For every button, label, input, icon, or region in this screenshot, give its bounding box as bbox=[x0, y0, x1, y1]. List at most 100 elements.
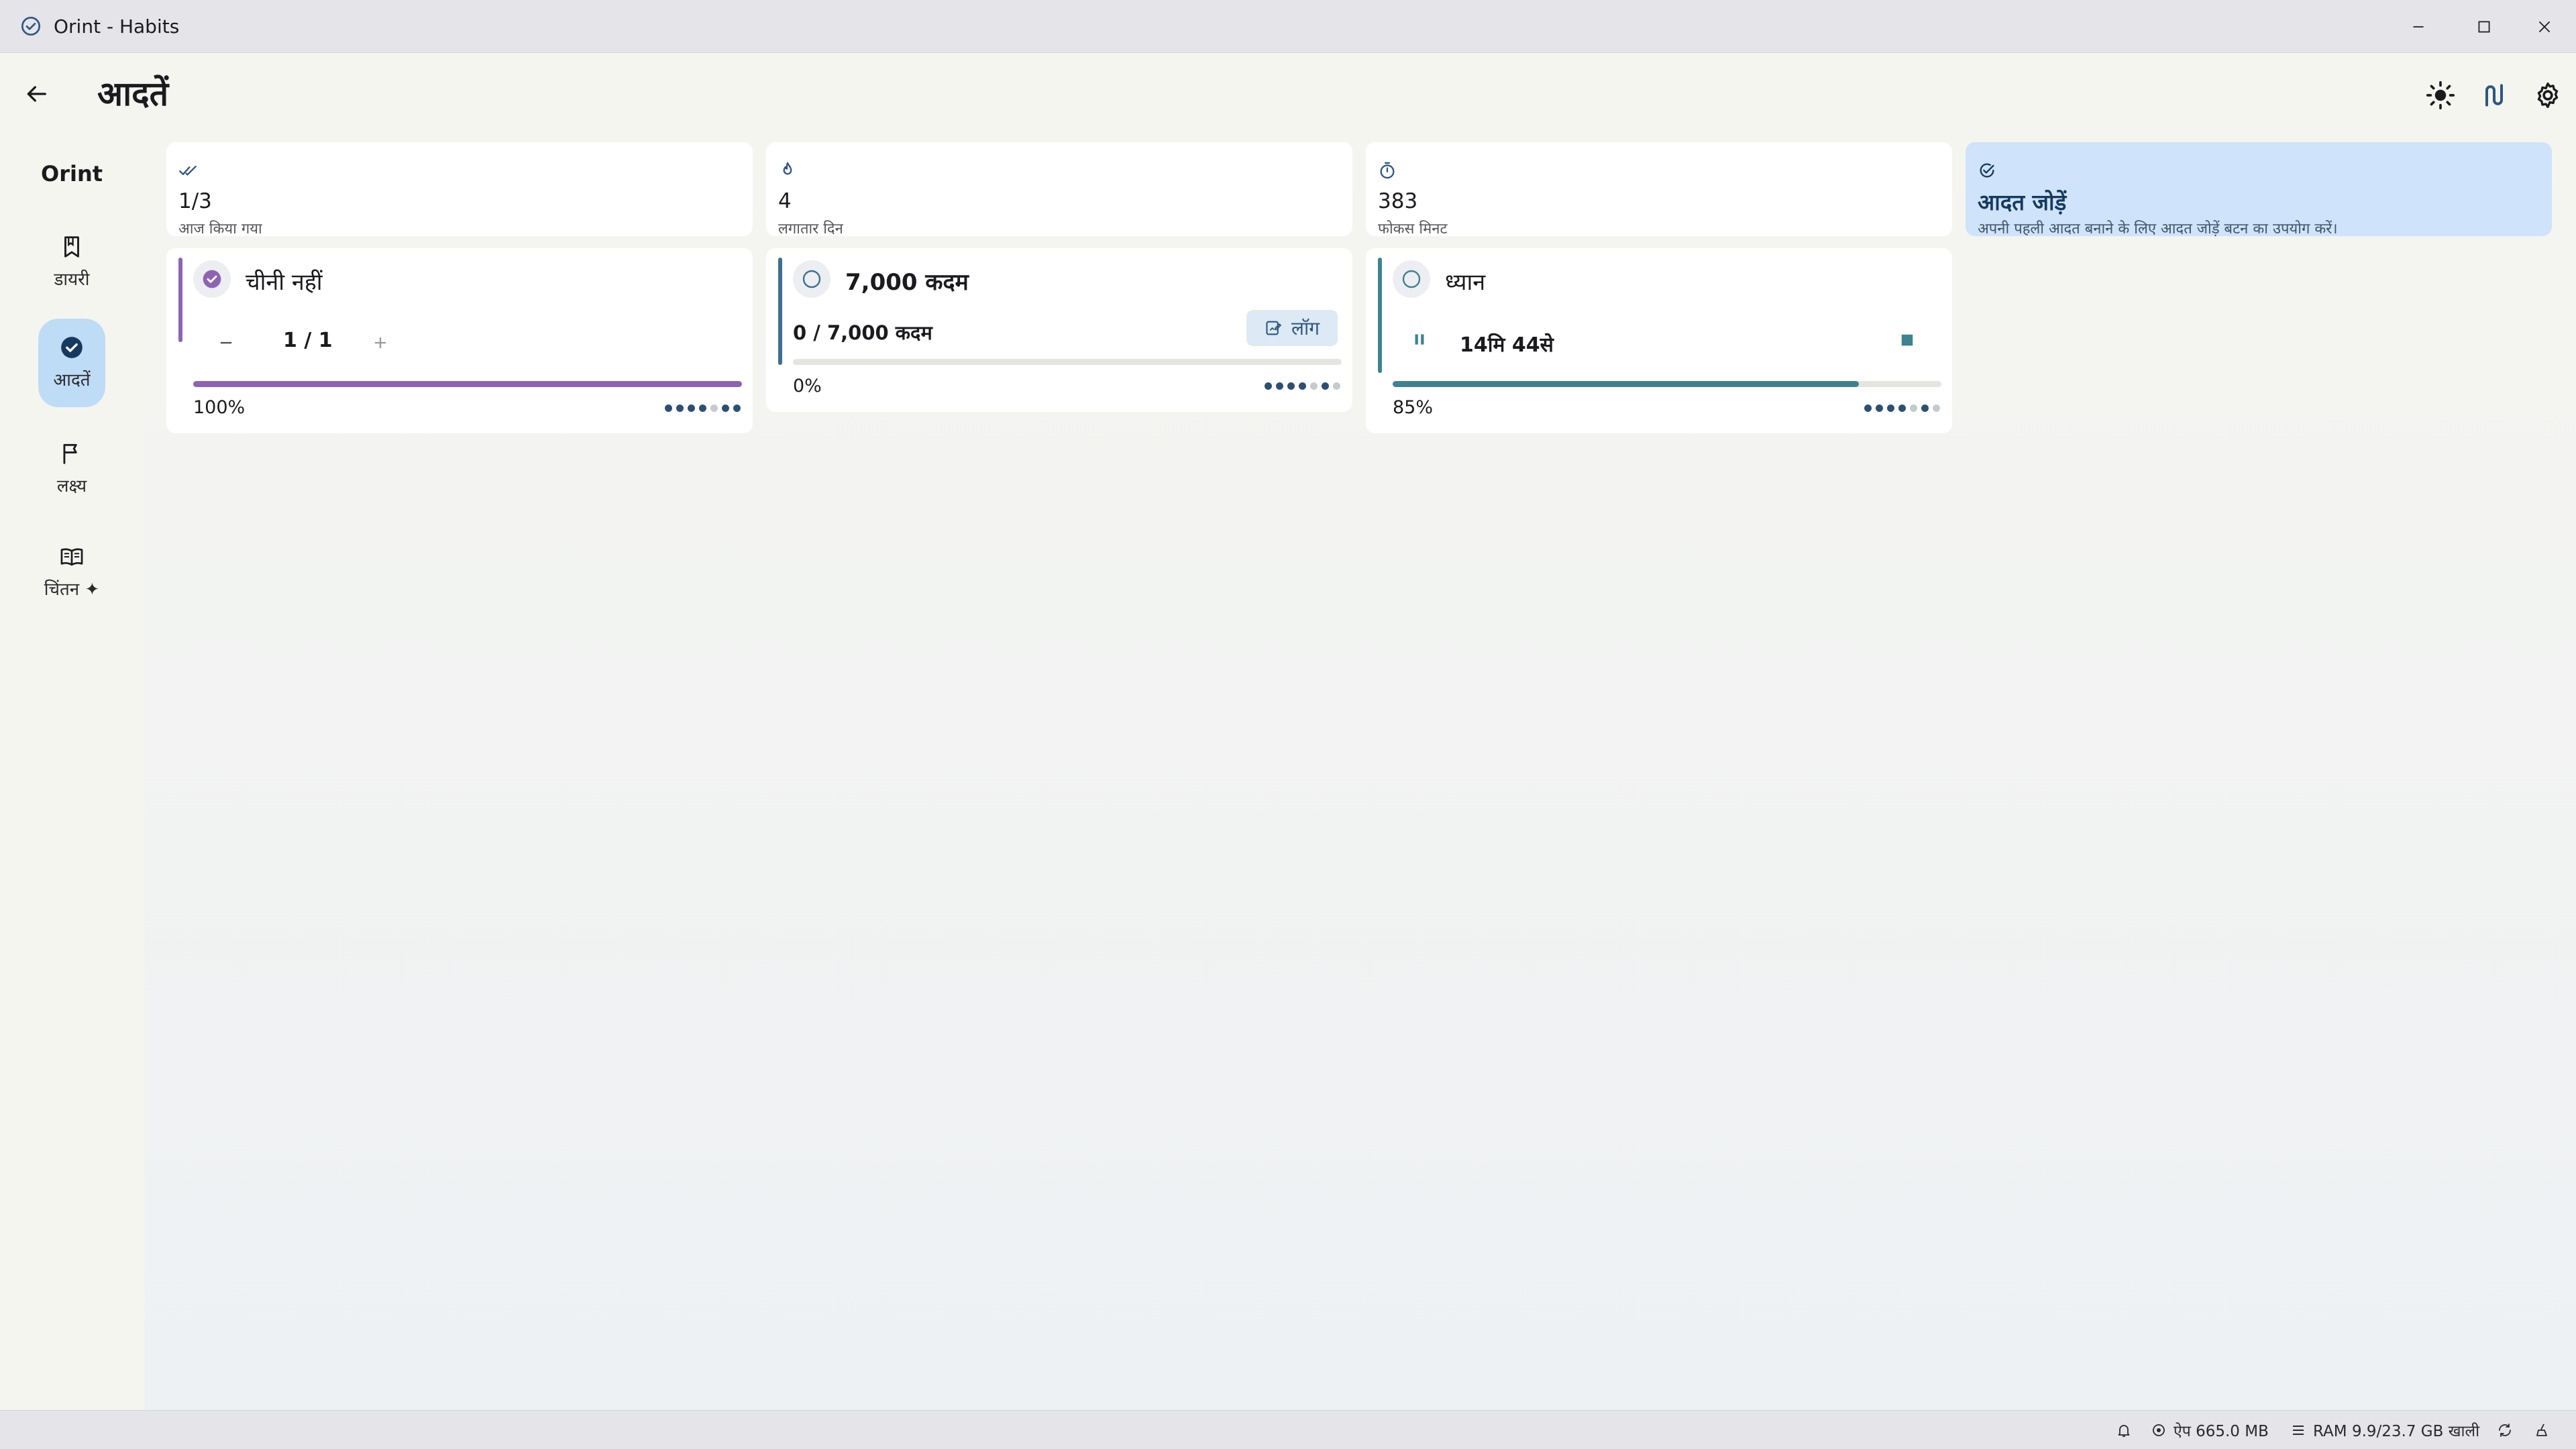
nav-label-diary: डायरी bbox=[54, 270, 90, 290]
check-circle-icon bbox=[203, 270, 221, 288]
week-dot bbox=[1876, 405, 1883, 412]
habit-complete-toggle[interactable] bbox=[193, 260, 231, 298]
habit-percent: 0% bbox=[793, 376, 822, 396]
notifications-button[interactable] bbox=[2116, 1411, 2132, 1449]
sun-icon bbox=[2426, 80, 2455, 110]
increment-button[interactable] bbox=[364, 326, 397, 360]
minimize-button[interactable] bbox=[2388, 0, 2449, 53]
stat-value: 1/3 bbox=[178, 189, 212, 213]
week-dot bbox=[1276, 382, 1283, 390]
check-circle-icon bbox=[61, 337, 83, 358]
week-dot bbox=[1921, 405, 1929, 412]
recycle-icon bbox=[2499, 1424, 2511, 1437]
decrement-button[interactable] bbox=[209, 326, 243, 360]
habit-percent: 100% bbox=[193, 397, 246, 418]
stat-card-done-today: 1/3 आज किया गया bbox=[166, 142, 753, 237]
stop-icon bbox=[1901, 334, 1913, 346]
gear-icon bbox=[2537, 82, 2559, 109]
bookmark-icon bbox=[64, 236, 79, 258]
nav-label-reflection: चिंतन ✦ bbox=[44, 580, 100, 600]
week-dot bbox=[1910, 405, 1917, 412]
week-dot bbox=[710, 405, 718, 412]
maximize-icon bbox=[2478, 21, 2490, 32]
arrow-left-icon bbox=[27, 86, 47, 102]
week-dot bbox=[1887, 405, 1894, 412]
habit-name: 7,000 कदम bbox=[845, 269, 969, 296]
habit-name: ध्यान bbox=[1445, 269, 1486, 296]
main-content: 1/3 आज किया गया 4 लगातार दिन 383 फोकस मि… bbox=[144, 131, 2576, 1410]
week-dot bbox=[1310, 382, 1318, 390]
log-button-label: लॉग bbox=[1291, 317, 1320, 339]
cpu-icon bbox=[2153, 1424, 2165, 1436]
habit-percent: 85% bbox=[1393, 397, 1434, 418]
route-button[interactable] bbox=[2475, 76, 2513, 114]
week-dot bbox=[688, 405, 695, 412]
route-icon bbox=[2485, 84, 2504, 107]
pause-icon bbox=[1415, 334, 1424, 345]
broom-icon bbox=[2536, 1424, 2547, 1436]
week-dot bbox=[1265, 382, 1272, 390]
circle-icon bbox=[802, 270, 821, 288]
counter-value: 1 / 1 bbox=[283, 329, 333, 352]
plus-icon bbox=[374, 337, 386, 349]
flame-icon bbox=[783, 162, 792, 175]
progress-fill bbox=[193, 381, 742, 387]
habit-progress-bar bbox=[793, 359, 1342, 365]
close-button[interactable] bbox=[2514, 0, 2575, 53]
habit-progress-bar bbox=[1393, 381, 1941, 387]
habit-progress-bar bbox=[193, 381, 742, 387]
window-titlebar: Orint - Habits bbox=[0, 0, 2576, 53]
habit-card-no-sugar[interactable]: चीनी नहीं 1 / 1 100% bbox=[166, 248, 753, 433]
stat-card-streak: 4 लगातार दिन bbox=[766, 142, 1352, 237]
timer-icon bbox=[1380, 162, 1395, 179]
window-title: Orint - Habits bbox=[54, 15, 180, 38]
stat-value: 4 bbox=[778, 189, 792, 213]
check-circle-icon bbox=[21, 17, 40, 36]
close-icon bbox=[2538, 21, 2551, 32]
log-button[interactable]: लॉग bbox=[1246, 310, 1338, 346]
habit-amount: 0 / 7,000 कदम bbox=[793, 321, 932, 344]
week-dot bbox=[1287, 382, 1295, 390]
habit-accent-bar bbox=[778, 258, 782, 365]
week-dots bbox=[1265, 382, 1340, 390]
app-header: आदतें bbox=[0, 54, 2576, 131]
nav-item-goals[interactable]: लक्ष्य bbox=[38, 425, 105, 513]
week-dot bbox=[665, 405, 672, 412]
stat-card-focus-minutes: 383 फोकस मिनट bbox=[1366, 142, 1952, 237]
settings-button[interactable] bbox=[2529, 76, 2567, 114]
status-bar: ऐप 665.0 MB RAM 9.9/23.7 GB खाली bbox=[0, 1410, 2576, 1449]
stop-button[interactable] bbox=[1896, 329, 1919, 352]
back-button[interactable] bbox=[19, 76, 54, 111]
week-dot bbox=[1322, 382, 1329, 390]
ram-usage: RAM 9.9/23.7 GB खाली bbox=[2290, 1411, 2479, 1449]
refresh-button[interactable] bbox=[2497, 1411, 2513, 1449]
pause-button[interactable] bbox=[1406, 326, 1433, 353]
nav-item-diary[interactable]: डायरी bbox=[38, 218, 105, 307]
theme-toggle-button[interactable] bbox=[2422, 76, 2459, 114]
week-dot bbox=[733, 405, 741, 412]
add-habit-title: आदत जोड़ें bbox=[1978, 189, 2067, 215]
maximize-button[interactable] bbox=[2454, 0, 2514, 53]
server-icon bbox=[2293, 1426, 2304, 1435]
habit-complete-toggle[interactable] bbox=[793, 260, 830, 298]
week-dot bbox=[699, 405, 706, 412]
ram-usage-text: RAM 9.9/23.7 GB खाली bbox=[2313, 1423, 2480, 1440]
week-dots bbox=[665, 405, 741, 412]
nav-item-reflection[interactable]: चिंतन ✦ bbox=[32, 528, 112, 616]
add-habit-hint: अपनी पहली आदत बनाने के लिए आदत जोड़ें बट… bbox=[1978, 221, 2338, 237]
double-check-icon bbox=[179, 166, 197, 176]
habit-card-steps[interactable]: 7,000 कदम 0 / 7,000 कदम लॉग 0% bbox=[766, 248, 1352, 412]
habit-accent-bar bbox=[178, 258, 182, 342]
habit-accent-bar bbox=[1378, 258, 1382, 373]
cleanup-button[interactable] bbox=[2534, 1411, 2551, 1449]
week-dot bbox=[722, 405, 729, 412]
habit-card-meditation[interactable]: ध्यान 14मि 44से 85% bbox=[1366, 248, 1952, 433]
nav-item-habits[interactable]: आदतें bbox=[38, 319, 105, 407]
add-habit-card[interactable]: आदत जोड़ें अपनी पहली आदत बनाने के लिए आद… bbox=[1966, 142, 2552, 237]
nav-label-goals: लक्ष्य bbox=[56, 476, 87, 496]
open-book-icon bbox=[60, 548, 83, 566]
app-memory-text: ऐप 665.0 MB bbox=[2174, 1423, 2269, 1440]
habit-complete-toggle[interactable] bbox=[1393, 260, 1430, 298]
progress-fill bbox=[1393, 381, 1860, 387]
stat-label: लगातार दिन bbox=[778, 221, 843, 237]
